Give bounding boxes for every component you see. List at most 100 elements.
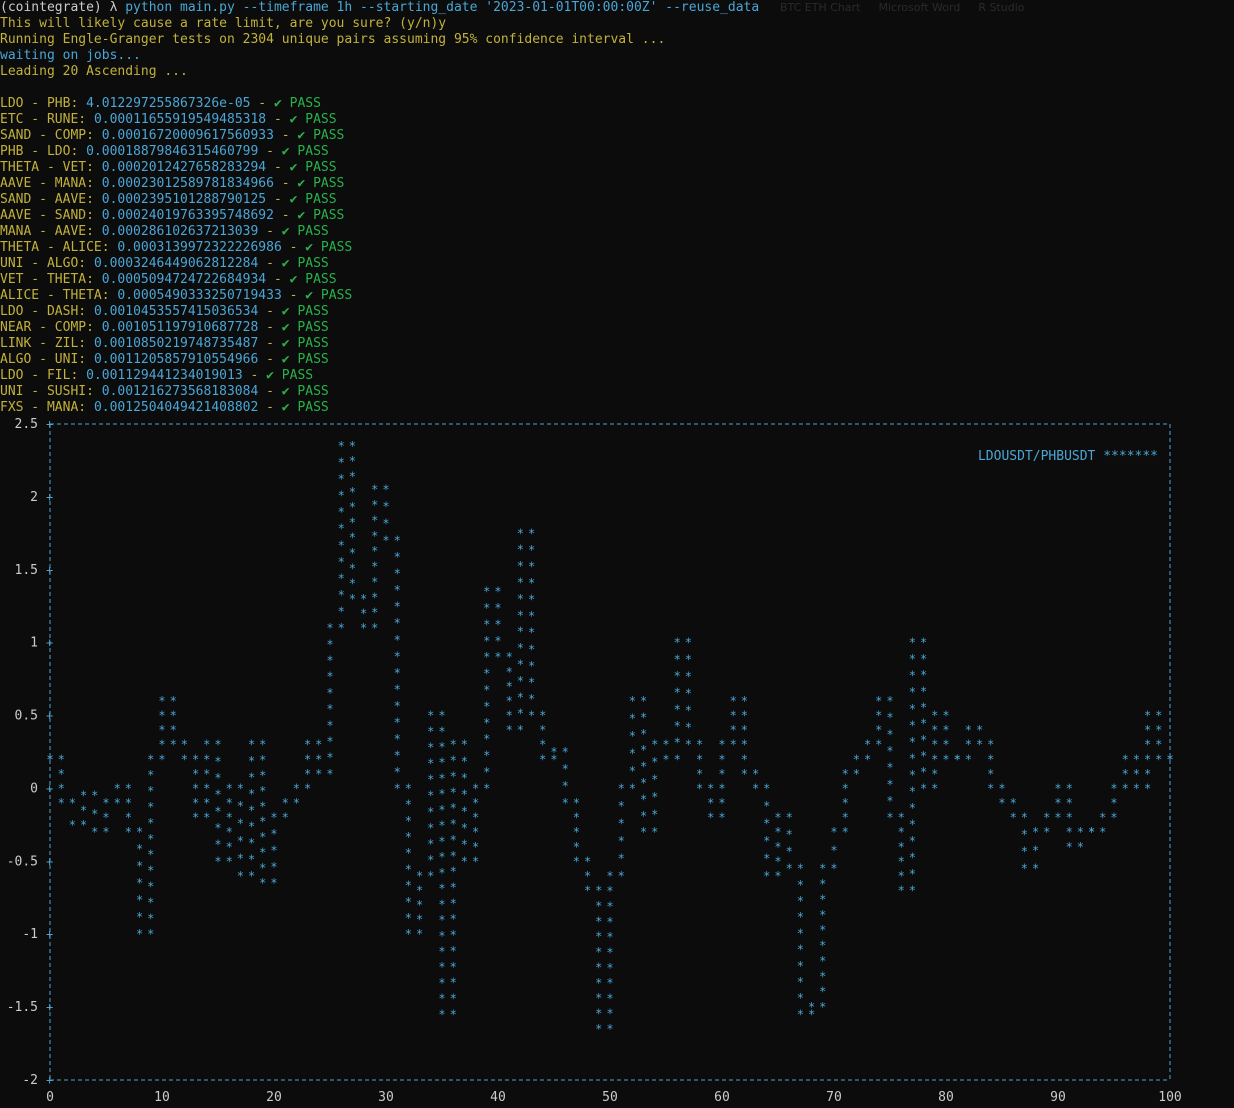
data-point-trail: * bbox=[416, 898, 423, 912]
data-point-trail: * bbox=[539, 738, 546, 752]
data-point-trail: * bbox=[237, 851, 244, 865]
data-point-trail: * bbox=[203, 752, 210, 766]
data-point-trail: * bbox=[483, 601, 490, 615]
y-tick-mark: + bbox=[46, 1000, 53, 1014]
data-point-trail: * bbox=[920, 717, 927, 731]
data-point: * bbox=[494, 585, 501, 599]
data-point-trail: * bbox=[461, 804, 468, 818]
result-pair: VET - THETA bbox=[0, 272, 87, 287]
data-point: * bbox=[506, 650, 513, 664]
result-pvalue: 0.0012504049421408802 bbox=[93, 400, 259, 415]
result-pair: ALGO - UNI bbox=[0, 352, 79, 367]
data-point-trail: * bbox=[718, 767, 725, 781]
pass-label: PASS bbox=[281, 96, 321, 111]
result-row: MANA - AAVE: 0.000286102637213039 - ✔ PA… bbox=[0, 224, 329, 239]
data-point-trail: * bbox=[875, 723, 882, 737]
data-point: * bbox=[46, 752, 53, 766]
confirm-line: This will likely cause a rate limit, are… bbox=[0, 16, 447, 31]
data-point: * bbox=[80, 789, 87, 803]
data-point-trail: * bbox=[1144, 723, 1151, 737]
data-point-trail: * bbox=[450, 754, 457, 768]
data-point-trail: * bbox=[416, 913, 423, 927]
data-point-trail: * bbox=[517, 543, 524, 557]
data-point: * bbox=[998, 781, 1005, 795]
data-point-trail: * bbox=[214, 821, 221, 835]
data-point-trail: * bbox=[886, 727, 893, 741]
data-point: * bbox=[382, 534, 389, 548]
data-point-trail: * bbox=[640, 776, 647, 790]
data-point: * bbox=[360, 621, 367, 635]
data-point-trail: * bbox=[203, 781, 210, 795]
data-point-trail: * bbox=[326, 767, 333, 781]
x-tick-label: 50 bbox=[602, 1090, 618, 1105]
data-point-trail: * bbox=[651, 755, 658, 769]
data-point-trail: * bbox=[394, 583, 401, 597]
result-pair: THETA - ALICE bbox=[0, 240, 102, 255]
data-point-trail: * bbox=[517, 723, 524, 737]
data-point: * bbox=[539, 709, 546, 723]
data-point-trail: * bbox=[987, 752, 994, 766]
data-point-trail: * bbox=[1099, 825, 1106, 839]
result-pair: UNI - ALGO bbox=[0, 256, 79, 271]
data-point-trail: * bbox=[326, 702, 333, 716]
data-point-trail: * bbox=[1110, 796, 1117, 810]
data-point-trail: * bbox=[909, 751, 916, 765]
result-pvalue: 0.0002395101288790125 bbox=[101, 192, 267, 207]
data-point-trail: * bbox=[394, 748, 401, 762]
data-point-trail: * bbox=[394, 699, 401, 713]
result-pvalue: 0.0011205857910554966 bbox=[93, 352, 259, 367]
data-point: * bbox=[629, 694, 636, 708]
data-point-trail: * bbox=[461, 821, 468, 835]
data-point-trail: * bbox=[920, 700, 927, 714]
data-point-trail: * bbox=[898, 825, 905, 839]
data-point: * bbox=[416, 869, 423, 883]
data-point-trail: * bbox=[718, 752, 725, 766]
data-point-trail: * bbox=[842, 825, 849, 839]
result-pair: MANA - AAVE bbox=[0, 224, 87, 239]
data-point-trail: * bbox=[830, 862, 837, 876]
data-point: * bbox=[864, 738, 871, 752]
data-point: * bbox=[651, 738, 658, 752]
data-point: * bbox=[1133, 752, 1140, 766]
pass-label: PASS bbox=[289, 256, 329, 271]
data-point-trail: * bbox=[394, 666, 401, 680]
data-point: * bbox=[136, 927, 143, 941]
command-text: python main.py --timeframe 1h --starting… bbox=[125, 0, 760, 15]
data-point-trail: * bbox=[1021, 828, 1028, 842]
data-point: * bbox=[584, 854, 591, 868]
check-icon: ✔ bbox=[305, 240, 314, 255]
y-tick-mark: + bbox=[46, 927, 53, 941]
data-point-trail: * bbox=[931, 767, 938, 781]
data-point: * bbox=[91, 789, 98, 803]
y-tick-mark: + bbox=[46, 854, 53, 868]
data-point-trail: * bbox=[562, 762, 569, 776]
data-point-trail: * bbox=[875, 738, 882, 752]
data-point-trail: * bbox=[483, 716, 490, 730]
data-point-trail: * bbox=[909, 702, 916, 716]
data-point: * bbox=[662, 738, 669, 752]
data-point: * bbox=[125, 825, 132, 839]
data-point: * bbox=[69, 796, 76, 810]
data-point-trail: * bbox=[886, 711, 893, 725]
data-point: * bbox=[954, 752, 961, 766]
data-point: * bbox=[237, 781, 244, 795]
data-point-trail: * bbox=[248, 836, 255, 850]
data-point-trail: * bbox=[136, 842, 143, 856]
data-point-trail: * bbox=[270, 843, 277, 857]
check-icon: ✔ bbox=[273, 96, 282, 111]
data-point: * bbox=[259, 876, 266, 890]
data-point-trail: * bbox=[640, 809, 647, 823]
data-point: * bbox=[618, 781, 625, 795]
data-point-trail: * bbox=[371, 560, 378, 574]
data-point-trail: * bbox=[730, 709, 737, 723]
data-point-trail: * bbox=[618, 816, 625, 830]
data-point-trail: * bbox=[248, 869, 255, 883]
data-point-trail: * bbox=[427, 757, 434, 771]
data-point-trail: * bbox=[898, 854, 905, 868]
data-point-trail: * bbox=[394, 600, 401, 614]
data-point-trail: * bbox=[797, 926, 804, 940]
check-icon: ✔ bbox=[281, 304, 290, 319]
data-point: * bbox=[136, 825, 143, 839]
data-point-trail: * bbox=[338, 621, 345, 635]
data-point: * bbox=[494, 650, 501, 664]
